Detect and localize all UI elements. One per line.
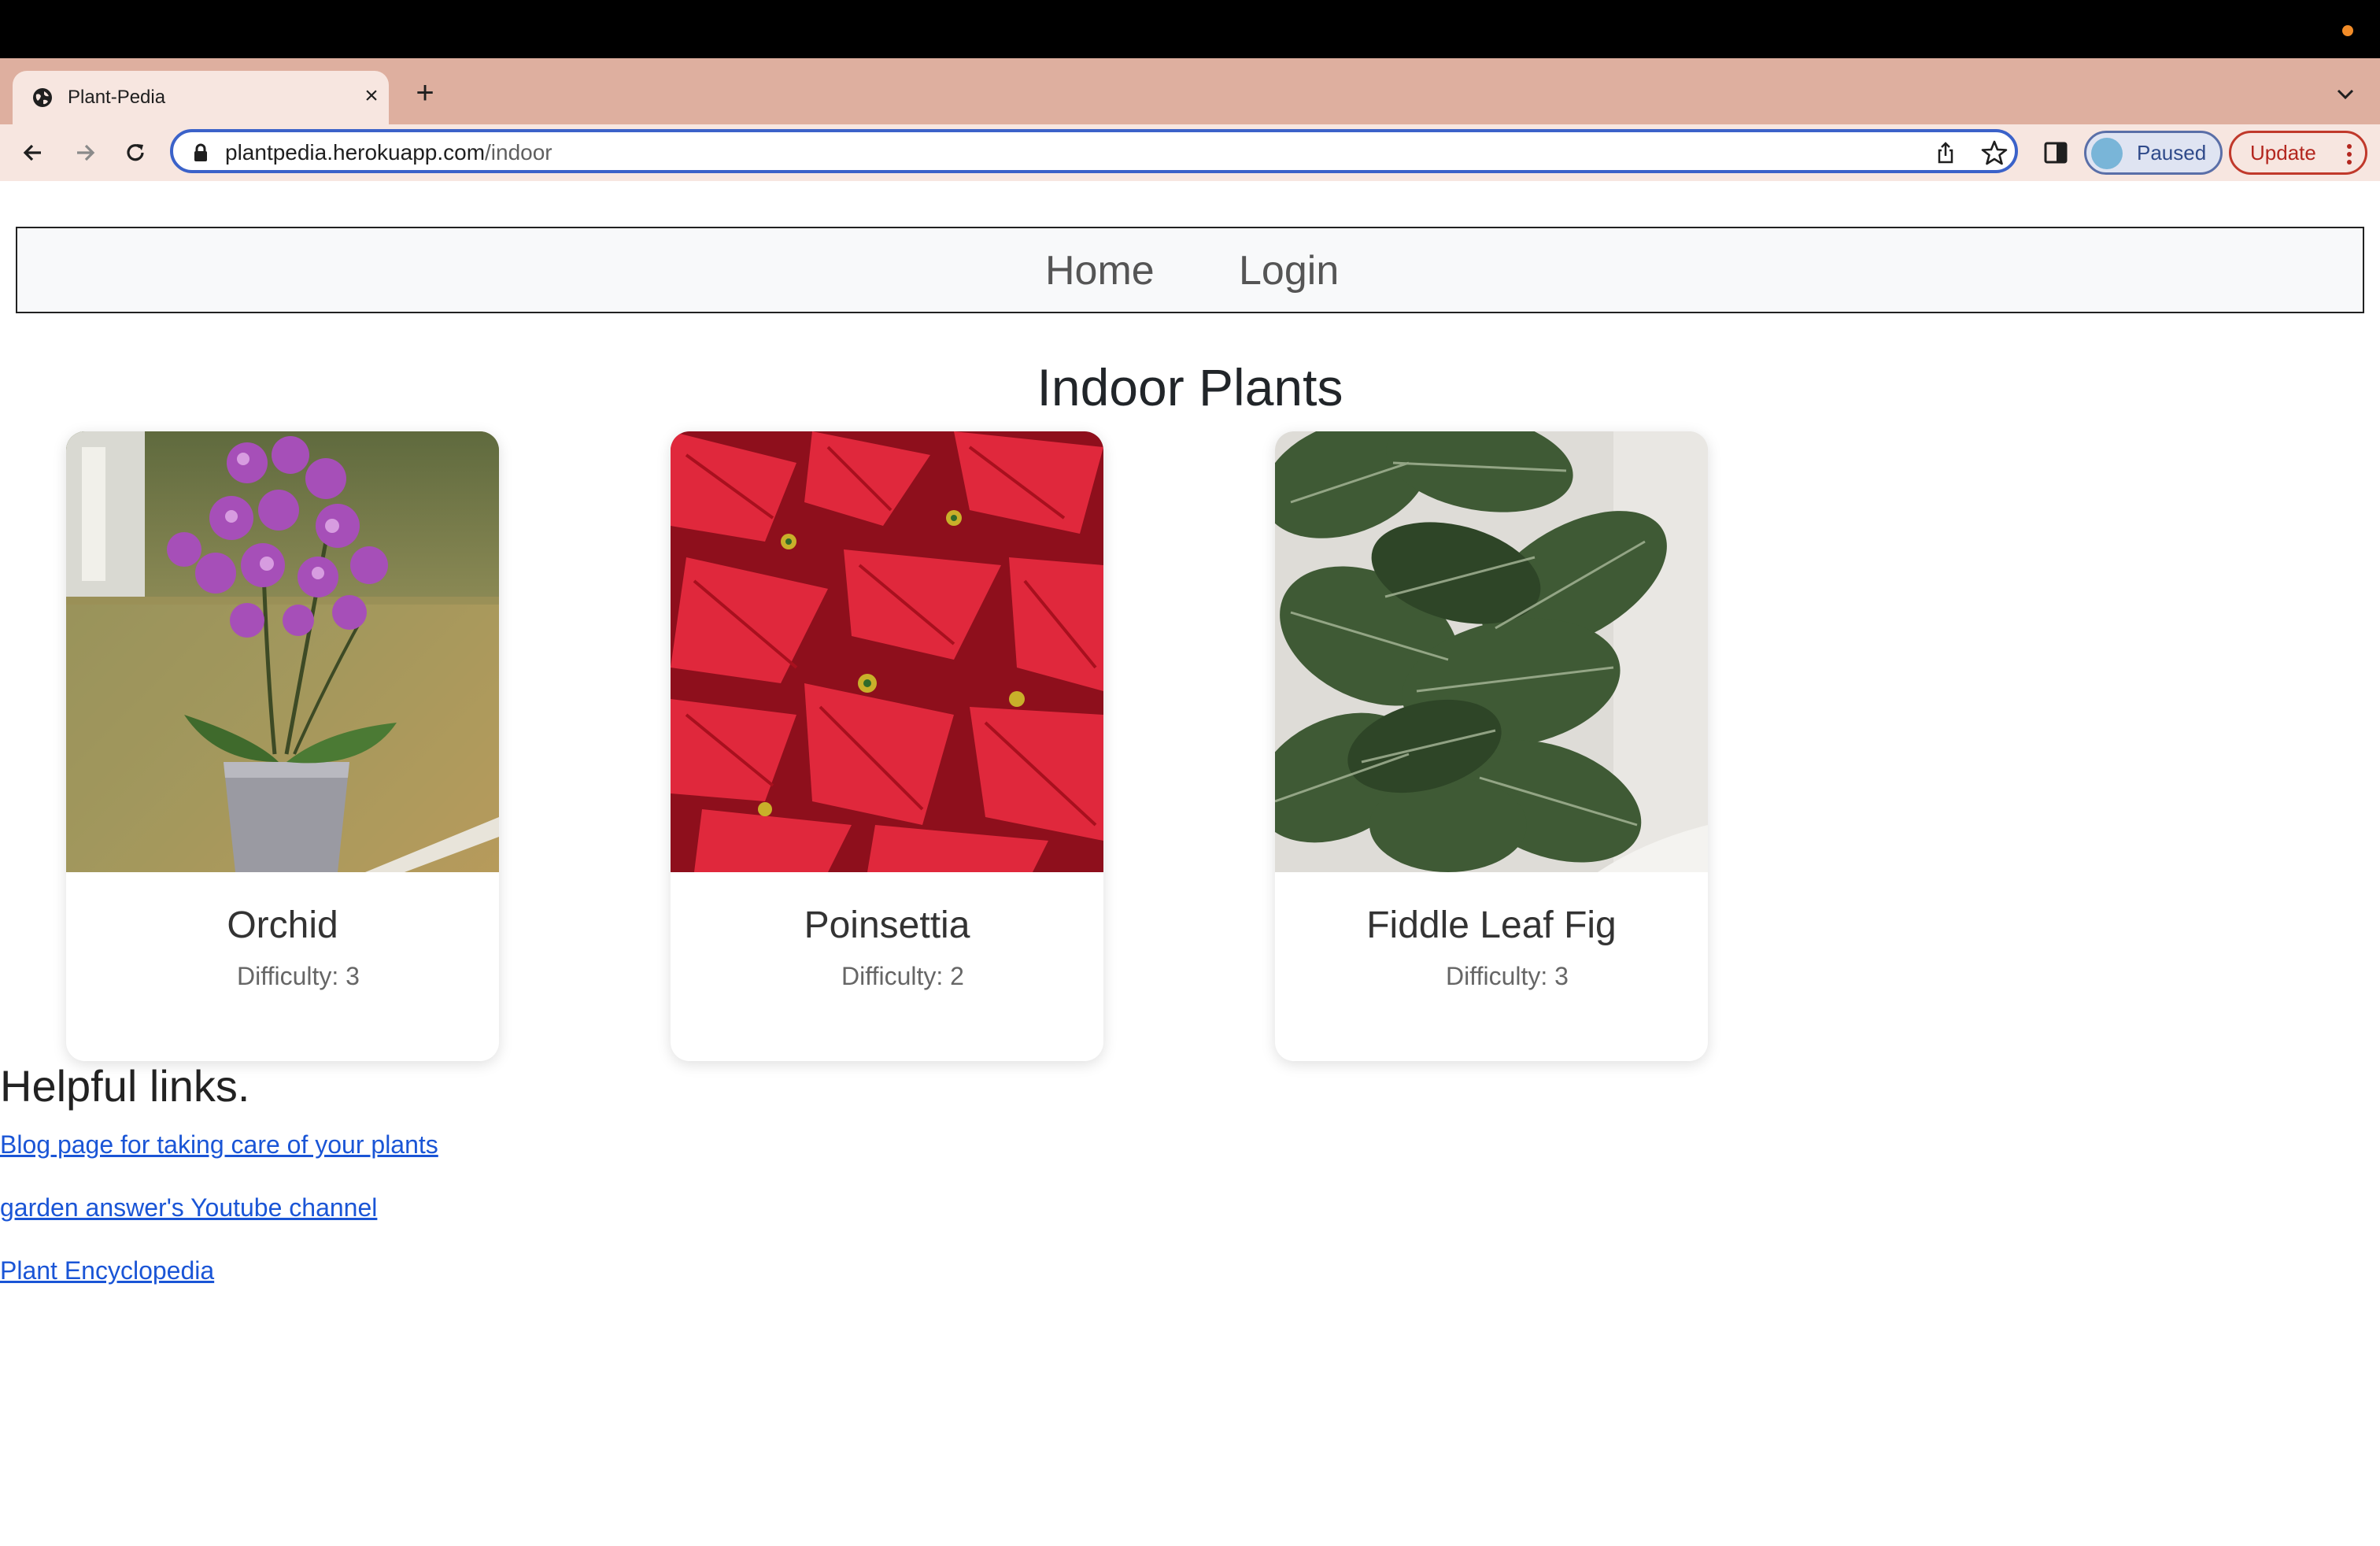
side-panel-icon[interactable]: [2042, 139, 2070, 167]
recording-indicator-icon: [2342, 25, 2353, 36]
nav-login-link[interactable]: Login: [1239, 246, 1339, 296]
profile-paused-button[interactable]: Paused: [2084, 131, 2223, 175]
plant-difficulty: Difficulty: 2: [841, 962, 964, 990]
reload-icon[interactable]: [120, 137, 151, 168]
url-path: /indoor: [485, 140, 552, 165]
plant-card-fiddle-leaf-fig[interactable]: Fiddle Leaf Fig Difficulty: 3: [1275, 431, 1708, 1061]
address-bar[interactable]: plantpedia.herokuapp.com/indoor: [170, 129, 2018, 173]
page-title: Indoor Plants: [1037, 358, 1343, 416]
globe-icon: [33, 88, 52, 107]
plant-card-orchid[interactable]: Orchid Difficulty: 3: [66, 431, 499, 1061]
update-label: Update: [2250, 141, 2316, 165]
blog-link[interactable]: Blog page for taking care of your plants: [0, 1129, 438, 1160]
helpful-links-heading: Helpful links.: [0, 1061, 250, 1111]
plant-name: Fiddle Leaf Fig: [1366, 904, 1617, 946]
poinsettia-photo: [671, 431, 1103, 872]
youtube-channel-link[interactable]: garden answer's Youtube channel: [0, 1192, 377, 1223]
tab-title: Plant-Pedia: [68, 87, 166, 108]
back-arrow-icon[interactable]: [17, 137, 49, 168]
plant-encyclopedia-link[interactable]: Plant Encyclopedia: [0, 1255, 214, 1286]
plant-difficulty: Difficulty: 3: [237, 962, 360, 990]
close-tab-icon[interactable]: ×: [359, 83, 384, 109]
forward-arrow-icon[interactable]: [69, 137, 101, 168]
plant-difficulty: Difficulty: 3: [1446, 962, 1569, 990]
browser-toolbar: plantpedia.herokuapp.com/indoor Paused U…: [0, 124, 2380, 181]
avatar: [2091, 138, 2123, 169]
bookmark-star-icon[interactable]: [1980, 139, 2009, 167]
chevron-down-icon[interactable]: [2330, 79, 2361, 110]
site-navbar: Home Login: [16, 227, 2364, 313]
more-menu-icon[interactable]: [2345, 142, 2354, 166]
fiddle-leaf-fig-photo: [1275, 431, 1708, 872]
new-tab-button[interactable]: +: [409, 77, 441, 109]
orchid-photo: [66, 431, 499, 872]
system-top-bar: [0, 0, 2380, 58]
url-text[interactable]: plantpedia.herokuapp.com/indoor: [225, 140, 552, 165]
nav-home-link[interactable]: Home: [1045, 246, 1155, 296]
tab-plant-pedia[interactable]: Plant-Pedia ×: [13, 71, 389, 124]
update-button[interactable]: Update: [2229, 131, 2367, 175]
page-content: Home Login Indoor Plants Orchid Difficul…: [0, 181, 2380, 1546]
url-host: plantpedia.herokuapp.com: [225, 140, 486, 165]
plant-name: Poinsettia: [804, 904, 970, 946]
tab-strip: Plant-Pedia × +: [0, 58, 2380, 124]
plant-name: Orchid: [227, 904, 338, 946]
profile-status-label: Paused: [2137, 141, 2207, 165]
lock-icon[interactable]: [192, 143, 209, 162]
share-icon[interactable]: [1933, 140, 1958, 165]
plant-card-poinsettia[interactable]: Poinsettia Difficulty: 2: [671, 431, 1103, 1061]
